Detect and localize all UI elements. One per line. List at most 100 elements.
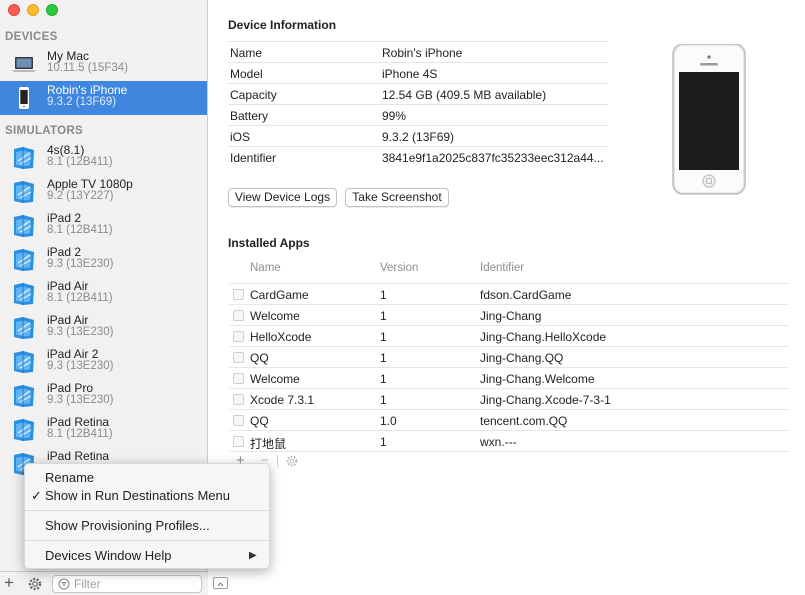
menu-item-rename[interactable]: Rename [45,470,94,485]
info-row: Model iPhone 4S [228,62,608,83]
gear-icon[interactable] [27,576,43,592]
simulator-icon [11,146,37,170]
app-identifier: Jing-Chang.HelloXcode [480,330,607,344]
device-detail-panel: Device Information Name Robin's iPhone Mod… [209,0,805,595]
device-os-version: 9.3.2 (13F69) [47,96,117,108]
checkmark-icon: ✓ [31,488,42,503]
app-icon [233,310,244,321]
simulator-os-version: 8.1 (12B411) [47,428,113,440]
device-os-version: 10.11.5 (15F34) [47,62,128,74]
info-value: 12.54 GB (409.5 MB available) [382,88,547,102]
info-key: Identifier [230,151,277,165]
menu-item-show-in-run-destinations[interactable]: Show in Run Destinations Menu [45,488,230,503]
sidebar-item-robins-iphone[interactable]: Robin's iPhone 9.3.2 (13F69) [0,81,207,115]
sidebar-item-simulator[interactable]: iPad Air 9.3 (13E230) [0,311,207,345]
info-row: Identifier 3841e9f1a2025c837fc35233eec312… [228,146,608,167]
app-row[interactable]: 打地鼠 1 wxn.--- [229,430,789,451]
sidebar-item-simulator[interactable]: iPad Pro 9.3 (13E230) [0,379,207,413]
toolbar-divider [277,455,278,467]
remove-app-button[interactable]: − [260,452,269,469]
app-row[interactable]: QQ 1 Jing-Chang.QQ [229,346,789,367]
filter-field[interactable]: Filter [52,575,202,593]
app-name: Xcode 7.3.1 [250,393,315,407]
add-device-button[interactable]: + [4,573,14,593]
simulator-icon [11,248,37,272]
view-device-logs-button[interactable]: View Device Logs [228,188,337,207]
simulator-os-version: 8.1 (12B411) [47,224,113,236]
app-identifier: fdson.CardGame [480,288,572,302]
column-header-identifier[interactable]: Identifier [480,262,524,274]
close-window-button[interactable] [8,4,20,16]
app-name: HelloXcode [250,330,312,344]
app-name: QQ [250,351,269,365]
toggle-console-icon[interactable] [213,577,228,589]
sidebar-item-simulator[interactable]: iPad Retina 8.1 (12B411) [0,413,207,447]
simulator-name: iPad Pro [47,381,94,395]
menu-item-devices-window-help[interactable]: Devices Window Help [45,548,171,563]
simulator-icon [11,282,37,306]
sidebar-item-simulator[interactable]: Apple TV 1080p 9.2 (13Y227) [0,175,207,209]
app-icon [233,352,244,363]
app-version: 1.0 [380,414,397,428]
app-identifier: Jing-Chang.Xcode-7-3-1 [480,393,611,407]
menu-item-show-provisioning-profiles[interactable]: Show Provisioning Profiles... [45,518,210,533]
info-value: Robin's iPhone [382,46,463,60]
column-header-name[interactable]: Name [250,262,281,274]
app-identifier: wxn.--- [480,435,517,449]
sidebar-item-simulator[interactable]: iPad 2 8.1 (12B411) [0,209,207,243]
app-gear-icon[interactable] [285,454,299,468]
app-row[interactable]: Xcode 7.3.1 1 Jing-Chang.Xcode-7-3-1 [229,388,789,409]
app-row[interactable]: CardGame 1 fdson.CardGame [229,283,789,304]
info-row: Battery 99% [228,104,608,125]
minimize-window-button[interactable] [27,4,39,16]
sidebar-item-simulator[interactable]: iPad Air 2 9.3 (13E230) [0,345,207,379]
table-bottom-border [229,451,789,452]
sidebar-item-simulator[interactable]: iPad 2 9.3 (13E230) [0,243,207,277]
add-app-button[interactable]: + [236,452,245,469]
devices-section-header: DEVICES [5,31,58,43]
app-version: 1 [380,435,387,449]
app-name: CardGame [250,288,309,302]
simulators-section-header: SIMULATORS [5,125,83,137]
info-row: iOS 9.3.2 (13F69) [228,125,608,146]
simulator-name: iPad 2 [47,245,82,259]
simulator-icon [11,316,37,340]
device-name: My Mac [47,49,89,63]
simulator-name: iPad Retina [47,415,110,429]
simulator-os-version: 9.3 (13E230) [47,394,114,406]
app-version: 1 [380,309,387,323]
app-icon [233,331,244,342]
simulator-name: Apple TV 1080p [47,177,133,191]
app-version: 1 [380,330,387,344]
simulator-name: iPad Air [47,279,89,293]
simulator-icon [11,418,37,442]
simulator-icon [11,180,37,204]
app-icon [233,289,244,300]
app-version: 1 [380,393,387,407]
app-version: 1 [380,351,387,365]
sidebar-item-my-mac[interactable]: My Mac 10.11.5 (15F34) [0,47,207,81]
simulator-os-version: 8.1 (12B411) [47,156,113,168]
info-value: 9.3.2 (13F69) [382,130,455,144]
app-row[interactable]: Welcome 1 Jing-Chang.Welcome [229,367,789,388]
filter-icon [58,578,70,590]
installed-apps-title: Installed Apps [228,236,310,250]
app-row[interactable]: Welcome 1 Jing-Chang [229,304,789,325]
take-screenshot-button[interactable]: Take Screenshot [345,188,449,207]
device-information-title: Device Information [228,18,337,32]
device-image [671,43,747,196]
column-header-version[interactable]: Version [380,262,418,274]
app-row[interactable]: QQ 1.0 tencent.com.QQ [229,409,789,430]
sidebar-item-simulator[interactable]: 4s(8.1) 8.1 (12B411) [0,141,207,175]
zoom-window-button[interactable] [46,4,58,16]
info-key: Name [230,46,263,60]
sidebar-item-simulator[interactable]: iPad Air 8.1 (12B411) [0,277,207,311]
app-row[interactable]: HelloXcode 1 Jing-Chang.HelloXcode [229,325,789,346]
app-version: 1 [380,372,387,386]
simulator-icon [11,384,37,408]
app-name: 打地鼠 [250,437,287,451]
app-identifier: Jing-Chang [480,309,542,323]
simulator-name: 4s(8.1) [47,143,85,157]
simulator-name: iPad Retina [47,449,110,463]
simulator-name: iPad 2 [47,211,82,225]
